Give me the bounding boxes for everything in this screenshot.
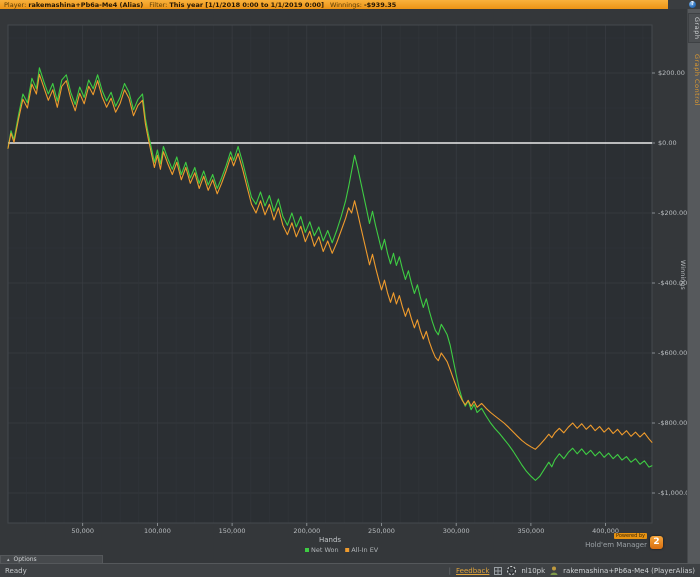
status-bar: Ready | Feedback nl10pk rakemashina+Pb6a… [0,563,700,577]
options-tab[interactable]: ▴ Options [0,555,103,563]
powered-by-label: Powered by [614,533,647,539]
holdem-manager-window: Player: rakemashina+Pb6a-Me4 (Alias) Fil… [0,0,700,577]
svg-text:Hands: Hands [319,536,341,544]
svg-text:-$800.00: -$800.00 [658,419,687,427]
right-tab-strip: Graph Graph Control [687,9,700,563]
hm2-logo-icon: 2 [650,536,663,549]
chevron-up-icon: ▴ [7,556,10,563]
svg-text:Net Won: Net Won [311,546,339,554]
graph-panel: $200.00 $0.00 -$200.00 -$400.00 -$600.00 -$80… [0,9,687,563]
poker-chip-icon [507,566,517,575]
user-icon [550,566,558,575]
svg-text:100,000: 100,000 [144,527,171,535]
winnings-chart: $200.00$0.00-$200.00-$400.00-$600.00-$80… [7,24,687,554]
winnings-value: -$939.35 [363,0,397,9]
player-value: rakemashina+Pb6a-Me4 (Alias) [28,0,144,9]
svg-text:250,000: 250,000 [368,527,395,535]
summary-bar: Player: rakemashina+Pb6a-Me4 (Alias) Fil… [0,0,668,9]
svg-text:50,000: 50,000 [71,527,94,535]
svg-text:150,000: 150,000 [219,527,246,535]
stake-selector[interactable]: nl10pk [521,567,545,575]
svg-text:All-In EV: All-In EV [351,546,379,554]
svg-text:-$1,000.00: -$1,000.00 [658,489,687,497]
svg-text:-$200.00: -$200.00 [658,209,687,217]
svg-text:Winnings: Winnings [679,260,687,290]
svg-text:350,000: 350,000 [517,527,544,535]
svg-text:$200.00: $200.00 [658,69,685,77]
grid-icon[interactable] [494,566,503,575]
filter-value: This year [1/1/2018 0:00 to 1/1/2019 0:0… [169,0,324,9]
svg-text:200,000: 200,000 [293,527,320,535]
app-name: Hold'em Manager [585,541,647,549]
player-label: Player: [4,0,27,9]
svg-text:-$600.00: -$600.00 [658,349,687,357]
branding-block: Powered by Hold'em Manager 2 [585,522,663,549]
options-label: Options [13,556,37,563]
svg-text:300,000: 300,000 [443,527,470,535]
help-icon[interactable]: ? [689,1,696,8]
status-ready: Ready [5,566,27,575]
tab-graph-control[interactable]: Graph Control [688,51,700,109]
feedback-link[interactable]: Feedback [456,567,489,575]
filter-label: Filter: [149,0,168,9]
separator: | [448,566,452,575]
player-selector[interactable]: rakemashina+Pb6a-Me4 (PlayerAlias) [563,567,695,575]
tab-graph[interactable]: Graph [688,13,700,44]
svg-text:$0.00: $0.00 [658,139,677,147]
winnings-label: Winnings: [329,0,362,9]
